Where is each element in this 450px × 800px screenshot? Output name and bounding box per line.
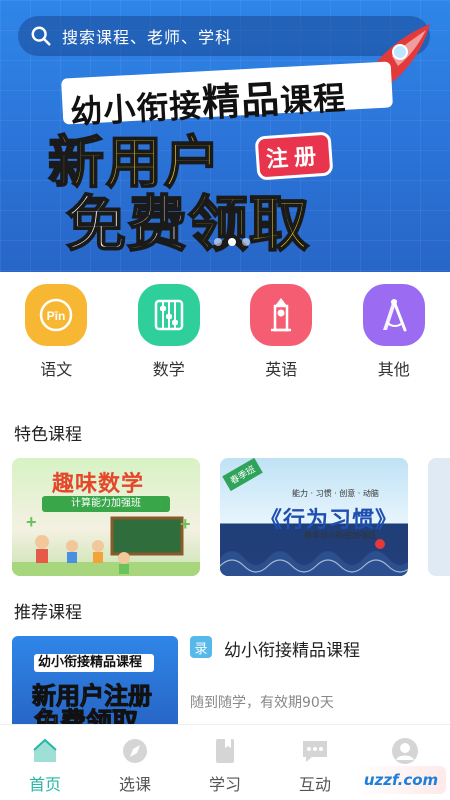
classroom-illustration: + +	[12, 512, 200, 576]
ruler-compass-icon	[362, 284, 425, 346]
subject-label: 语文	[40, 360, 73, 379]
carousel-dots	[214, 238, 250, 246]
tab-label: 学习	[208, 775, 241, 794]
home-icon	[29, 735, 61, 767]
banner-register-badge: 注册	[254, 131, 334, 181]
abacus-icon	[137, 284, 200, 346]
subject-chinese[interactable]: Pīn 语文	[11, 284, 101, 392]
thumb-free-claim: 免费领取	[33, 708, 139, 725]
recorded-course-badge: 录	[190, 636, 212, 658]
profile-icon	[389, 735, 421, 767]
search-icon	[31, 26, 51, 46]
recommended-course-description: 随到随学，有效期90天	[190, 695, 334, 711]
tab-label: 互动	[298, 775, 331, 794]
recommended-course-thumbnail[interactable]: 幼小衔接精品课程 新用户注册 免费领取	[12, 636, 178, 724]
carousel-dot-active[interactable]	[228, 238, 236, 246]
tab-label: 选课	[118, 775, 151, 794]
thumb-headline: 幼小衔接精品课程	[34, 654, 154, 672]
tab-course-select[interactable]: 选课	[95, 735, 175, 795]
carousel-dot[interactable]	[214, 238, 222, 246]
book-icon	[209, 735, 241, 767]
banner-claim: 领取	[187, 189, 310, 261]
chat-icon	[299, 735, 331, 767]
featured-card-subtitle: 计算能力加强班	[42, 496, 170, 512]
recommended-course-title[interactable]: 幼小衔接精品课程	[224, 636, 360, 661]
carousel-dot[interactable]	[242, 238, 250, 246]
search-placeholder: 搜索课程、老师、学科	[62, 28, 233, 47]
banner-headline-part3: 课程	[279, 78, 348, 121]
compass-icon	[119, 735, 151, 767]
svg-text:+: +	[180, 514, 191, 534]
featured-card-fun-math[interactable]: 趣味数学 计算能力加强班 + +	[12, 458, 200, 576]
tab-label: 首页	[28, 775, 61, 794]
svg-text:+: +	[26, 512, 37, 532]
featured-card-next-peek[interactable]	[428, 458, 450, 576]
subject-math[interactable]: 数学	[124, 284, 214, 392]
promo-banner[interactable]: 搜索课程、老师、学科 幼小衔接精品课程 新用户 注册 免费领取	[0, 0, 450, 272]
featured-card-tagline: 能力 · 习惯 · 创意 · 动脑	[292, 489, 379, 498]
wave-pattern-decoration	[220, 539, 408, 576]
site-watermark: uzzf.com	[356, 766, 446, 794]
banner-free-claim: 免费领取	[65, 176, 310, 263]
subject-other[interactable]: 其他	[349, 284, 439, 392]
subject-label: 英语	[265, 360, 298, 379]
big-ben-icon	[250, 284, 313, 346]
svg-text:Pīn: Pīn	[47, 309, 66, 323]
featured-section-title: 特色课程	[14, 425, 82, 445]
featured-card-title: 趣味数学	[52, 472, 145, 497]
featured-card-tag: 春季班	[222, 458, 263, 492]
recommended-section-title: 推荐课程	[14, 603, 82, 623]
subject-english[interactable]: 英语	[236, 284, 326, 392]
tab-interact[interactable]: 互动	[275, 735, 355, 795]
subject-grid: Pīn 语文 数学 英语 其他	[0, 284, 450, 392]
featured-card-behavior-habits[interactable]: 春季班 能力 · 习惯 · 创意 · 动脑 《行为习惯》 春季幼小衔接加强班	[220, 458, 408, 576]
tab-study[interactable]: 学习	[185, 735, 265, 795]
subject-label: 数学	[152, 360, 185, 379]
pinyin-icon: Pīn	[25, 284, 88, 346]
subject-label: 其他	[377, 360, 410, 379]
banner-free: 免费	[65, 189, 188, 261]
tab-home[interactable]: 首页	[5, 735, 85, 795]
